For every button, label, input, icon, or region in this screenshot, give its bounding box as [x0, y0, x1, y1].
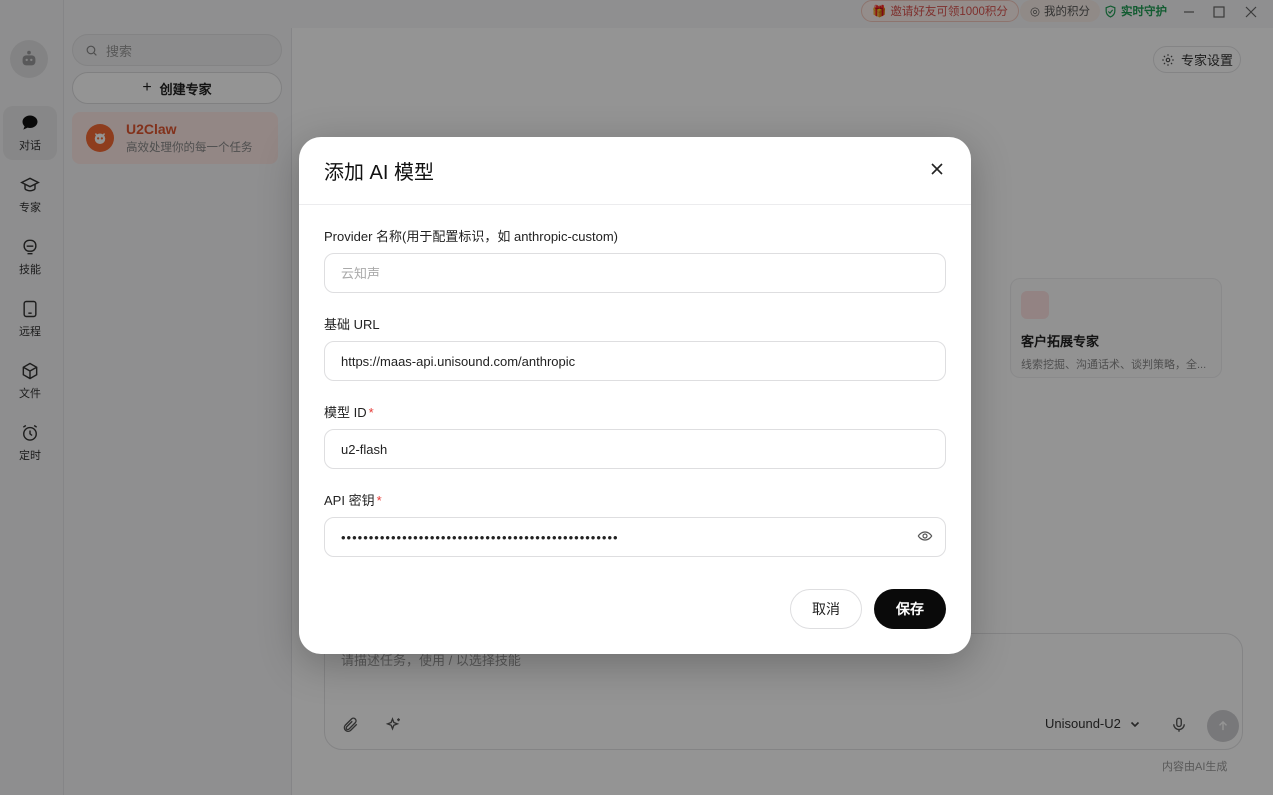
close-icon	[931, 163, 943, 175]
base-url-input[interactable]	[324, 341, 946, 381]
provider-label-text: Provider 名称(用于配置标识，如 anthropic-custom)	[324, 229, 618, 244]
base-url-label-text: 基础 URL	[324, 317, 380, 332]
model-id-label: 模型 ID *	[324, 402, 374, 421]
required-mark: *	[368, 405, 374, 420]
save-button[interactable]: 保存	[874, 589, 946, 629]
dialog-header: 添加 AI 模型	[299, 137, 971, 205]
model-id-input[interactable]	[324, 429, 946, 469]
eye-icon	[917, 531, 933, 541]
api-key-input[interactable]	[324, 517, 946, 557]
dialog-close-button[interactable]	[927, 159, 947, 179]
dialog-title: 添加 AI 模型	[324, 162, 435, 184]
api-key-label-text: API 密钥	[324, 493, 375, 508]
api-key-label: API 密钥 *	[324, 490, 382, 509]
base-url-label: 基础 URL	[324, 314, 380, 333]
required-mark: *	[376, 493, 382, 508]
toggle-visibility-button[interactable]	[916, 527, 934, 545]
add-ai-model-dialog: 添加 AI 模型 Provider 名称(用于配置标识，如 anthropic-…	[299, 137, 971, 654]
provider-name-input[interactable]	[324, 253, 946, 293]
cancel-button[interactable]: 取消	[790, 589, 862, 629]
provider-label: Provider 名称(用于配置标识，如 anthropic-custom)	[324, 226, 618, 245]
model-id-label-text: 模型 ID	[324, 405, 367, 420]
